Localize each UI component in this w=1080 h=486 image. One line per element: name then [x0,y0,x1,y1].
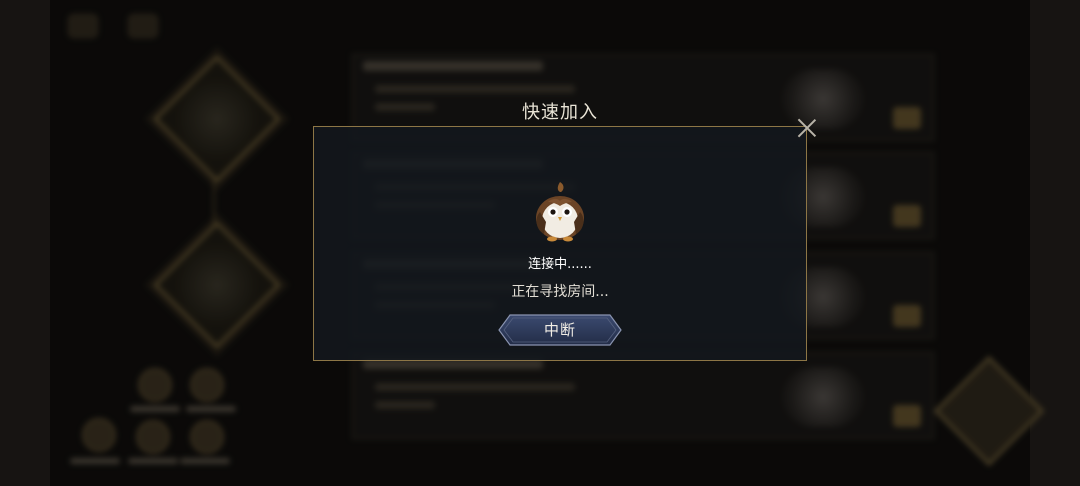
screen: 快速加入 连接中...... 正在寻找房间... 中断 [0,0,1080,486]
close-icon[interactable] [796,116,818,138]
connecting-status: 连接中...... [528,257,592,272]
searching-room-text: 正在寻找房间... [511,284,609,300]
owl-mascot-icon [530,178,590,244]
stop-button[interactable]: 中断 [498,314,622,346]
dialog-title: 快速加入 [522,102,598,123]
stop-button-label: 中断 [543,321,576,339]
